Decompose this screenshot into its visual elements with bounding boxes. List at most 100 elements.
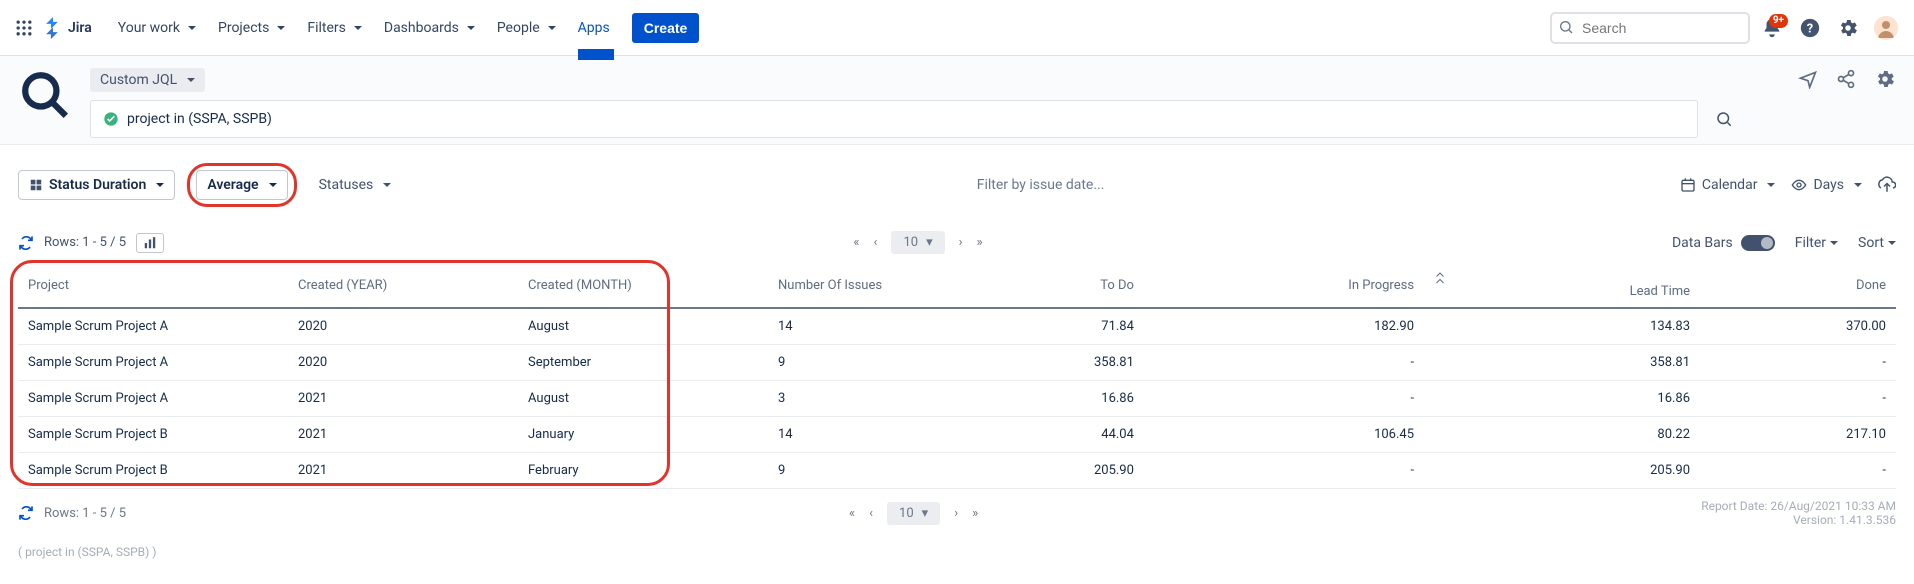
chart-toggle-icon[interactable]	[136, 233, 164, 253]
global-search	[1550, 12, 1750, 44]
jql-text: project in (SSPA, SSPB)	[127, 111, 272, 127]
chevron-down-icon: ▾	[922, 506, 929, 521]
table-row[interactable]: Sample Scrum Project B2021January1444.04…	[18, 417, 1896, 453]
page-size-select[interactable]: 10 ▾	[891, 231, 944, 254]
nav-your-work[interactable]: Your work	[110, 14, 204, 42]
search-icon	[1558, 19, 1574, 35]
nav-people[interactable]: People	[489, 14, 564, 42]
cell-project: Sample Scrum Project B	[18, 453, 288, 489]
rows-label-bottom: Rows: 1 - 5 / 5	[44, 506, 126, 521]
cell-year: 2020	[288, 308, 518, 345]
cell-project: Sample Scrum Project A	[18, 345, 288, 381]
cell-issues: 14	[768, 417, 948, 453]
global-search-input[interactable]	[1550, 12, 1750, 44]
refresh-icon-bottom[interactable]	[18, 505, 34, 521]
jql-mode-chip[interactable]: Custom JQL	[90, 68, 205, 92]
first-page-icon[interactable]: «	[849, 506, 855, 521]
nav-apps[interactable]: Apps	[570, 14, 618, 42]
report-header: Custom JQL project in (SSPA, SSPB)	[0, 56, 1914, 145]
cell-in-progress: 106.45	[1144, 417, 1424, 453]
col-todo[interactable]: To Do	[948, 264, 1144, 308]
data-bars-toggle[interactable]: Data Bars	[1672, 235, 1775, 251]
rows-meta-bottom: Rows: 1 - 5 / 5 « ‹ 10 ▾ › » Report Date…	[0, 489, 1914, 545]
table-row[interactable]: Sample Scrum Project A2020August1471.841…	[18, 308, 1896, 345]
feedback-icon[interactable]	[1798, 69, 1818, 89]
cell-todo: 44.04	[948, 417, 1144, 453]
pager-top: « ‹ 10 ▾ › »	[174, 231, 1662, 254]
cell-issues: 9	[768, 345, 948, 381]
app-switcher-icon[interactable]	[12, 16, 36, 40]
check-icon	[103, 111, 119, 127]
help-icon[interactable]: ?	[1794, 12, 1826, 44]
product-name: Jira	[68, 20, 92, 36]
cell-lead: 16.86	[1424, 381, 1700, 417]
prev-page-icon[interactable]: ‹	[874, 235, 878, 250]
table-row[interactable]: Sample Scrum Project A2021August316.86-1…	[18, 381, 1896, 417]
data-table-wrap: Project Created (YEAR) Created (MONTH) N…	[0, 264, 1914, 489]
cell-month: September	[518, 345, 768, 381]
next-page-icon[interactable]: ›	[959, 235, 963, 250]
page-size-select[interactable]: 10 ▾	[887, 502, 940, 525]
jira-logo[interactable]: Jira	[42, 17, 92, 39]
jql-search-button[interactable]	[1708, 103, 1740, 135]
col-created-month[interactable]: Created (MONTH)	[518, 264, 768, 308]
first-page-icon[interactable]: «	[853, 235, 859, 250]
refresh-icon[interactable]	[18, 235, 34, 251]
prev-page-icon[interactable]: ‹	[869, 506, 873, 521]
cell-done: 370.00	[1700, 308, 1896, 345]
calendar-button[interactable]: Calendar	[1680, 177, 1776, 193]
data-table: Project Created (YEAR) Created (MONTH) N…	[18, 264, 1896, 489]
report-settings-icon[interactable]	[1874, 68, 1896, 90]
status-duration-button[interactable]: Status Duration	[18, 170, 175, 200]
col-done[interactable]: Done	[1700, 264, 1896, 308]
col-in-progress[interactable]: In Progress	[1144, 264, 1424, 308]
cell-project: Sample Scrum Project A	[18, 381, 288, 417]
cell-month: August	[518, 308, 768, 345]
days-button[interactable]: Days	[1791, 177, 1862, 193]
col-created-year[interactable]: Created (YEAR)	[288, 264, 518, 308]
col-num-issues[interactable]: Number Of Issues	[768, 264, 948, 308]
create-button[interactable]: Create	[632, 13, 700, 43]
query-echo: ( project in (SSPA, SSPB) )	[0, 545, 1914, 575]
cell-issues: 9	[768, 453, 948, 489]
cell-year: 2021	[288, 453, 518, 489]
lead-time-icon	[1434, 272, 1690, 284]
nav-dashboards[interactable]: Dashboards	[376, 14, 483, 42]
next-page-icon[interactable]: ›	[954, 506, 958, 521]
filter-button[interactable]: Filter	[1795, 235, 1838, 251]
table-row[interactable]: Sample Scrum Project A2020September9358.…	[18, 345, 1896, 381]
eye-icon	[1791, 177, 1807, 193]
jql-input[interactable]: project in (SSPA, SSPB)	[90, 100, 1698, 138]
last-page-icon[interactable]: »	[972, 506, 978, 521]
cell-done: -	[1700, 453, 1896, 489]
share-icon[interactable]	[1836, 69, 1856, 89]
pager-bottom: « ‹ 10 ▾ › »	[136, 502, 1691, 525]
report-side-actions	[1798, 68, 1896, 90]
col-lead-time[interactable]: Lead Time	[1424, 264, 1700, 308]
statuses-button[interactable]: Statuses	[309, 171, 402, 199]
average-button[interactable]: Average	[196, 170, 287, 200]
settings-icon[interactable]	[1832, 12, 1864, 44]
report-magnify-icon	[18, 68, 72, 122]
cell-month: February	[518, 453, 768, 489]
average-highlight: Average	[187, 163, 296, 207]
cell-year: 2020	[288, 345, 518, 381]
cell-in-progress: -	[1144, 345, 1424, 381]
nav-filters[interactable]: Filters	[299, 14, 370, 42]
cell-todo: 71.84	[948, 308, 1144, 345]
sort-button[interactable]: Sort	[1858, 235, 1896, 251]
chevron-down-icon: ▾	[926, 235, 933, 250]
cell-project: Sample Scrum Project A	[18, 308, 288, 345]
col-project[interactable]: Project	[18, 264, 288, 308]
cell-done: -	[1700, 345, 1896, 381]
notifications-icon[interactable]: 9+	[1756, 12, 1788, 44]
cell-project: Sample Scrum Project B	[18, 417, 288, 453]
nav-projects[interactable]: Projects	[210, 14, 293, 42]
profile-avatar[interactable]	[1870, 12, 1902, 44]
cell-lead: 80.22	[1424, 417, 1700, 453]
export-icon[interactable]	[1878, 176, 1896, 194]
table-row[interactable]: Sample Scrum Project B2021February9205.9…	[18, 453, 1896, 489]
filter-issue-date[interactable]: Filter by issue date...	[413, 177, 1668, 193]
last-page-icon[interactable]: »	[977, 235, 983, 250]
cell-todo: 358.81	[948, 345, 1144, 381]
